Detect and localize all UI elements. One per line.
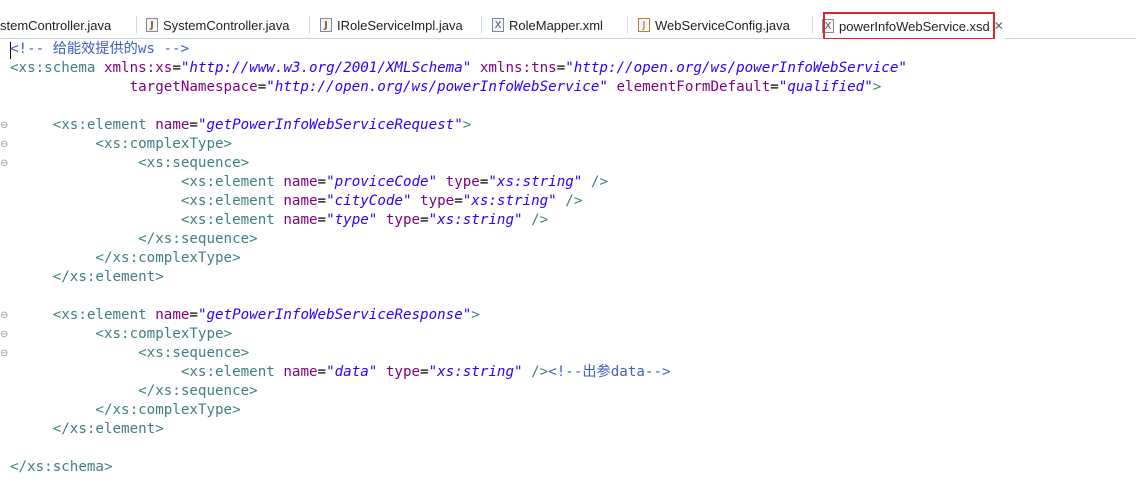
close-icon[interactable]: ✕ — [994, 19, 1004, 33]
code-line-12: </xs:complexType> — [95, 250, 241, 266]
fold-toggle-icon[interactable]: ⊖ — [0, 344, 10, 363]
code-line-9: <xs:element name="cityCode" type="xs:str… — [180, 193, 583, 209]
code-line-3: targetNamespace="http://open.org/ws/powe… — [129, 79, 882, 95]
tab-webserviceconfig-java[interactable]: J WebServiceConfig.java — [638, 13, 790, 37]
tab-stemcontroller-java[interactable]: stemController.java — [0, 13, 111, 37]
active-tab-highlight-box — [823, 12, 995, 40]
tab-label: WebServiceConfig.java — [655, 17, 790, 33]
code-line-17: <xs:sequence> — [138, 345, 250, 361]
code-line-5: <xs:element name="getPowerInfoWebService… — [52, 117, 472, 133]
fold-toggle-icon[interactable]: ⊖ — [0, 116, 10, 135]
tab-rolemapper-xml[interactable]: X RoleMapper.xml — [492, 13, 603, 37]
tab-separator — [812, 16, 813, 34]
tab-label: stemController.java — [0, 17, 112, 33]
code-line-20: </xs:complexType> — [95, 402, 241, 418]
tab-separator — [309, 16, 310, 34]
tab-systemcontroller-java[interactable]: J SystemController.java — [146, 13, 289, 37]
tab-iroleserviceimpl-java[interactable]: J IRoleServiceImpl.java — [320, 13, 463, 37]
code-line-13: </xs:element> — [52, 269, 164, 285]
code-line-2: <xs:schema xmlns:xs="http://www.w3.org/2… — [10, 60, 907, 76]
code-editor[interactable]: <!-- 给能效提供的ws --> <xs:schema xmlns:xs="h… — [0, 39, 1136, 499]
java-class-icon: J — [638, 18, 650, 32]
tab-label: RoleMapper.xml — [509, 17, 603, 33]
tab-separator — [136, 16, 137, 34]
code-line-19: </xs:sequence> — [138, 383, 258, 399]
fold-toggle-icon[interactable]: ⊖ — [0, 135, 10, 154]
java-file-icon: J — [146, 18, 158, 32]
code-line-8: <xs:element name="proviceCode" type="xs:… — [180, 174, 608, 190]
java-file-icon: J — [320, 18, 332, 32]
code-line-11: </xs:sequence> — [138, 231, 258, 247]
code-line-10: <xs:element name="type" type="xs:string"… — [180, 212, 549, 228]
code-line-16: <xs:complexType> — [95, 326, 233, 342]
code-line-23: </xs:schema> — [10, 459, 113, 475]
tab-separator — [627, 16, 628, 34]
code-line-7: <xs:sequence> — [138, 155, 250, 171]
tab-separator — [481, 16, 482, 34]
editor-tab-bar: stemController.java J SystemController.j… — [0, 0, 1136, 40]
fold-toggle-icon[interactable]: ⊖ — [0, 154, 10, 173]
code-line-18: <xs:element name="data" type="xs:string"… — [180, 364, 671, 380]
code-line-1: <!-- 给能效提供的ws --> — [10, 41, 190, 57]
code-line-21: </xs:element> — [52, 421, 164, 437]
xml-file-icon: X — [492, 18, 504, 32]
code-line-15: <xs:element name="getPowerInfoWebService… — [52, 307, 480, 323]
tab-label: IRoleServiceImpl.java — [337, 17, 463, 33]
fold-toggle-icon[interactable]: ⊖ — [0, 306, 10, 325]
tab-label: SystemController.java — [163, 17, 290, 33]
fold-toggle-icon[interactable]: ⊖ — [0, 325, 10, 344]
code-line-6: <xs:complexType> — [95, 136, 233, 152]
